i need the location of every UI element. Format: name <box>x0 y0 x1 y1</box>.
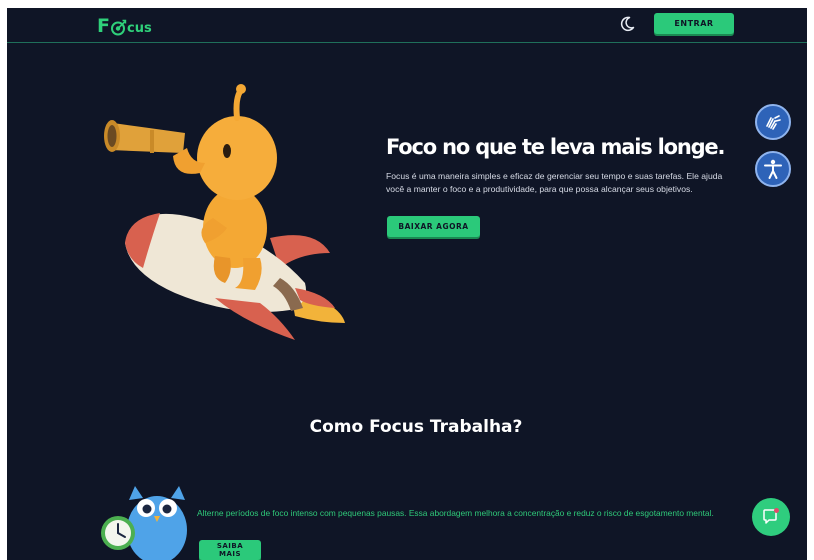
hands-icon <box>766 115 781 130</box>
download-button[interactable]: BAIXAR AGORA <box>387 216 480 237</box>
accessibility-icon <box>764 159 782 179</box>
hero-title: Foco no que te leva mais longe. <box>386 135 725 159</box>
sign-language-button[interactable] <box>755 104 791 140</box>
header: F cus ENTRAR <box>7 8 807 43</box>
target-icon <box>110 19 127 36</box>
login-button[interactable]: ENTRAR <box>654 13 734 34</box>
page: F cus ENTRAR Foco no que te leva mais lo… <box>7 8 807 560</box>
owl-clock-illustration <box>101 486 187 560</box>
logo-prefix: F <box>97 15 110 37</box>
moon-icon[interactable] <box>618 15 636 33</box>
chat-icon <box>763 508 779 524</box>
logo-suffix: cus <box>126 21 152 36</box>
pomodoro-description: Alterne períodos de foco intenso com peq… <box>197 508 714 518</box>
accessibility-button[interactable] <box>755 151 791 187</box>
chat-button[interactable] <box>752 498 790 536</box>
hero-description: Focus é uma maneira simples e eficaz de … <box>386 171 723 194</box>
logo[interactable]: F cus <box>97 14 152 38</box>
section-title: Como Focus Trabalha? <box>309 417 523 437</box>
rocket-mascot-illustration <box>104 84 345 340</box>
learn-more-button[interactable]: SAIBA MAIS <box>199 540 261 560</box>
